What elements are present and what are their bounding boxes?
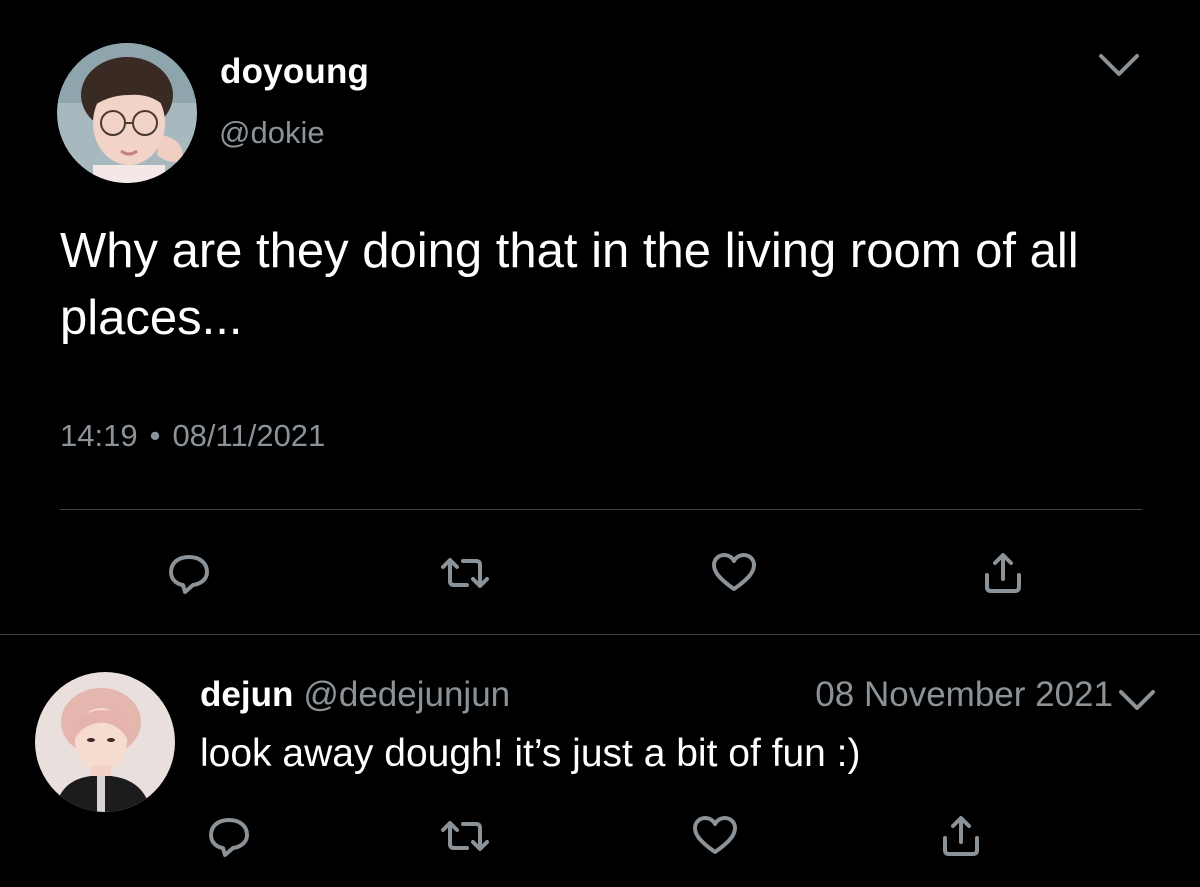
retweet-icon[interactable] (439, 547, 491, 599)
reply-author-display-name[interactable]: dejun (200, 675, 293, 714)
reply-text: look away dough! it’s just a bit of fun … (200, 732, 861, 775)
retweet-icon[interactable] (439, 810, 491, 862)
chevron-down-icon[interactable] (1096, 50, 1142, 80)
share-icon[interactable] (935, 810, 987, 862)
avatar-photo (57, 43, 197, 183)
reply-date[interactable]: 08 November 2021 (815, 675, 1113, 715)
chevron-down-icon[interactable] (1116, 686, 1158, 714)
author-avatar[interactable] (57, 43, 197, 183)
avatar-photo (35, 672, 175, 812)
reply-icon[interactable] (203, 810, 255, 862)
tweet-date: 08/11/2021 (172, 418, 326, 453)
heart-icon[interactable] (689, 810, 741, 862)
divider (0, 634, 1200, 635)
divider (60, 509, 1142, 510)
reply-author-avatar[interactable] (35, 672, 175, 812)
tweet-text: Why are they doing that in the living ro… (60, 224, 1079, 345)
reply-header: dejun @dedejunjun (200, 675, 510, 715)
heart-icon[interactable] (708, 547, 760, 599)
tweet-time: 14:19 (60, 418, 138, 453)
reply-author-handle[interactable]: @dedejunjun (303, 675, 510, 714)
tweet-timestamp[interactable]: 14:19 • 08/11/2021 (60, 418, 325, 454)
reply-icon[interactable] (163, 547, 215, 599)
author-display-name[interactable]: doyoung (220, 52, 369, 92)
meta-separator: • (149, 418, 161, 453)
author-handle[interactable]: @dokie (219, 115, 325, 151)
share-icon[interactable] (977, 547, 1029, 599)
